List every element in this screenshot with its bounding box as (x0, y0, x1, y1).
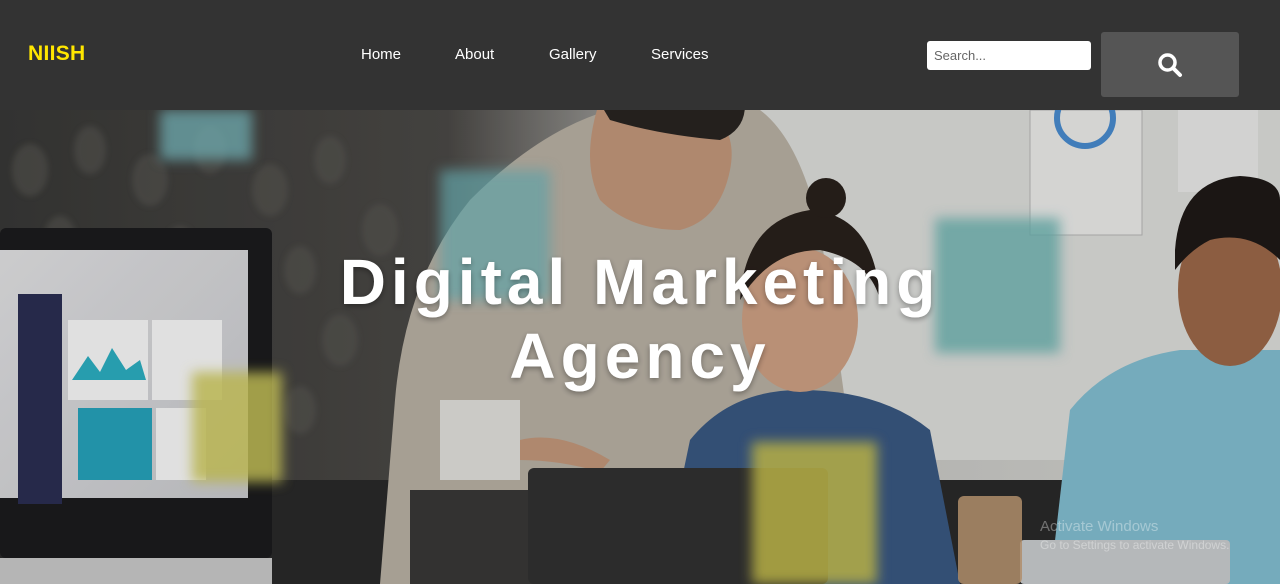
navbar: NIISH Home About Gallery Services (0, 0, 1280, 110)
hero-title-line-1: Digital Marketing (339, 245, 941, 318)
brand-logo[interactable]: NIISH (28, 42, 86, 66)
watermark-line-1: Activate Windows (1040, 518, 1159, 535)
nav-link-services[interactable]: Services (651, 46, 709, 63)
hero-section: Digital Marketing Agency Activate Window… (0, 110, 1280, 584)
search-input[interactable] (927, 41, 1091, 70)
nav-link-home[interactable]: Home (361, 46, 401, 63)
nav-link-about[interactable]: About (455, 46, 494, 63)
hero-title: Digital Marketing Agency (0, 245, 1280, 393)
hero-title-line-2: Agency (509, 319, 771, 392)
search-icon (1158, 52, 1182, 77)
search-button[interactable] (1101, 32, 1239, 97)
nav-link-gallery[interactable]: Gallery (549, 46, 597, 63)
watermark-line-2: Go to Settings to activate Windows. (1040, 538, 1230, 552)
activation-watermark: Activate Windows Go to Settings to activ… (1040, 518, 1229, 554)
